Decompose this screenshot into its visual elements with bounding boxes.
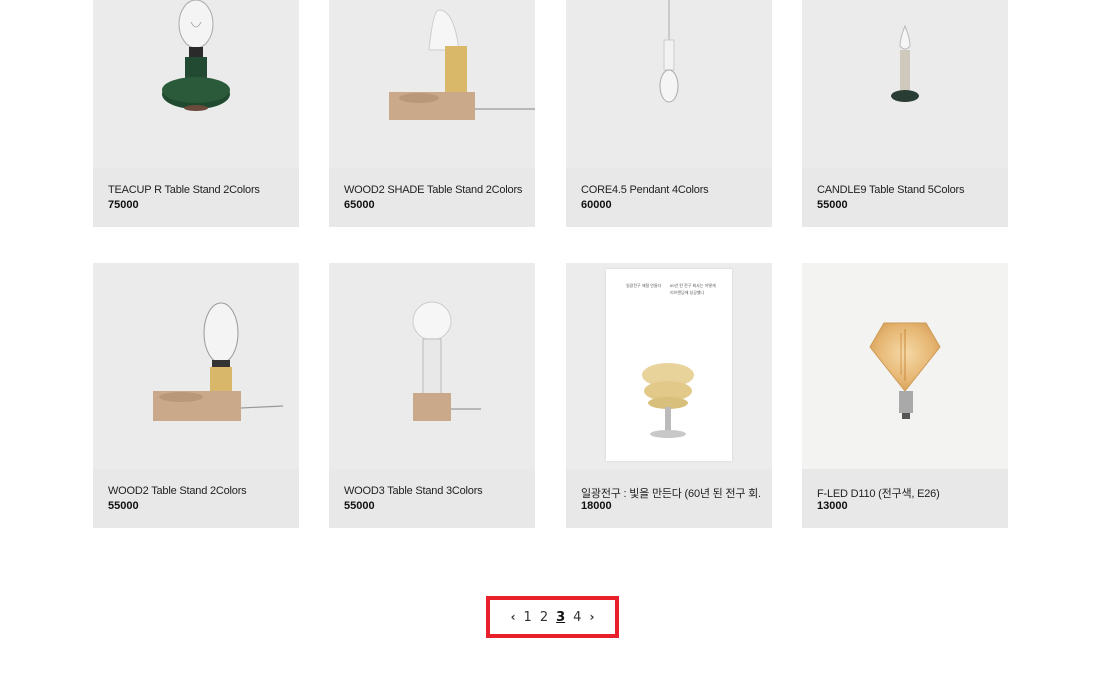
product-image-wood2-shade[interactable] xyxy=(329,0,535,168)
product-info: WOOD2 SHADE Table Stand 2Colors 65000 xyxy=(329,168,535,227)
product-info: 일광전구 : 빛을 만든다 (60년 된 전구 회... 18000 xyxy=(566,469,772,528)
product-info: CANDLE9 Table Stand 5Colors 55000 xyxy=(802,168,1008,227)
product-name[interactable]: 일광전구 : 빛을 만든다 (60년 된 전구 회... xyxy=(581,485,761,501)
product-info: TEACUP R Table Stand 2Colors 75000 xyxy=(93,168,299,227)
product-image-core45[interactable] xyxy=(566,0,772,168)
product-info: CORE4.5 Pendant 4Colors 60000 xyxy=(566,168,772,227)
next-page-icon[interactable]: › xyxy=(589,610,594,624)
product-price: 18000 xyxy=(581,500,612,512)
page-link-4[interactable]: 4 xyxy=(573,610,581,625)
product-price: 65000 xyxy=(344,199,375,211)
product-image-book[interactable]: 일광전구 제절 안들다 60년 된 전구 회사는 어떻게 리브랜딩에 성공했나 xyxy=(566,263,772,469)
product-name[interactable]: TEACUP R Table Stand 2Colors xyxy=(108,184,288,196)
page-link-3-current[interactable]: 3 xyxy=(556,610,565,625)
page-link-1[interactable]: 1 xyxy=(524,610,532,625)
product-name[interactable]: WOOD3 Table Stand 3Colors xyxy=(344,485,524,497)
product-image-fled-d110[interactable] xyxy=(802,263,1008,469)
product-image-candle9[interactable] xyxy=(802,0,1008,168)
product-card[interactable]: WOOD2 SHADE Table Stand 2Colors 65000 xyxy=(329,0,535,227)
product-image-wood3[interactable] xyxy=(329,263,535,469)
product-card[interactable]: F-LED D110 (전구색, E26) 13000 xyxy=(802,263,1008,528)
product-price: 55000 xyxy=(817,199,848,211)
product-card[interactable]: WOOD3 Table Stand 3Colors 55000 xyxy=(329,263,535,528)
product-card[interactable]: WOOD2 Table Stand 2Colors 55000 xyxy=(93,263,299,528)
product-image-teacup[interactable] xyxy=(93,0,299,168)
product-name[interactable]: WOOD2 SHADE Table Stand 2Colors xyxy=(344,184,524,196)
product-price: 55000 xyxy=(108,500,139,512)
product-name[interactable]: WOOD2 Table Stand 2Colors xyxy=(108,485,288,497)
product-image-wood2[interactable] xyxy=(93,263,299,469)
product-card[interactable]: CANDLE9 Table Stand 5Colors 55000 xyxy=(802,0,1008,227)
product-card[interactable]: TEACUP R Table Stand 2Colors 75000 xyxy=(93,0,299,227)
page-link-2[interactable]: 2 xyxy=(540,610,548,625)
product-price: 75000 xyxy=(108,199,139,211)
prev-page-icon[interactable]: ‹ xyxy=(511,610,516,624)
product-name[interactable]: CANDLE9 Table Stand 5Colors xyxy=(817,184,997,196)
product-card[interactable]: CORE4.5 Pendant 4Colors 60000 xyxy=(566,0,772,227)
product-info: WOOD3 Table Stand 3Colors 55000 xyxy=(329,469,535,528)
product-card[interactable]: 일광전구 제절 안들다 60년 된 전구 회사는 어떻게 리브랜딩에 성공했나 … xyxy=(566,263,772,528)
product-info: WOOD2 Table Stand 2Colors 55000 xyxy=(93,469,299,528)
product-info: F-LED D110 (전구색, E26) 13000 xyxy=(802,469,1008,528)
pagination: ‹ 1 2 3 4 › xyxy=(486,596,619,638)
product-price: 13000 xyxy=(817,500,848,512)
product-name[interactable]: CORE4.5 Pendant 4Colors xyxy=(581,184,761,196)
book-cover: 일광전구 제절 안들다 60년 된 전구 회사는 어떻게 리브랜딩에 성공했나 xyxy=(606,269,732,461)
product-price: 55000 xyxy=(344,500,375,512)
product-price: 60000 xyxy=(581,199,612,211)
product-name[interactable]: F-LED D110 (전구색, E26) xyxy=(817,485,997,501)
